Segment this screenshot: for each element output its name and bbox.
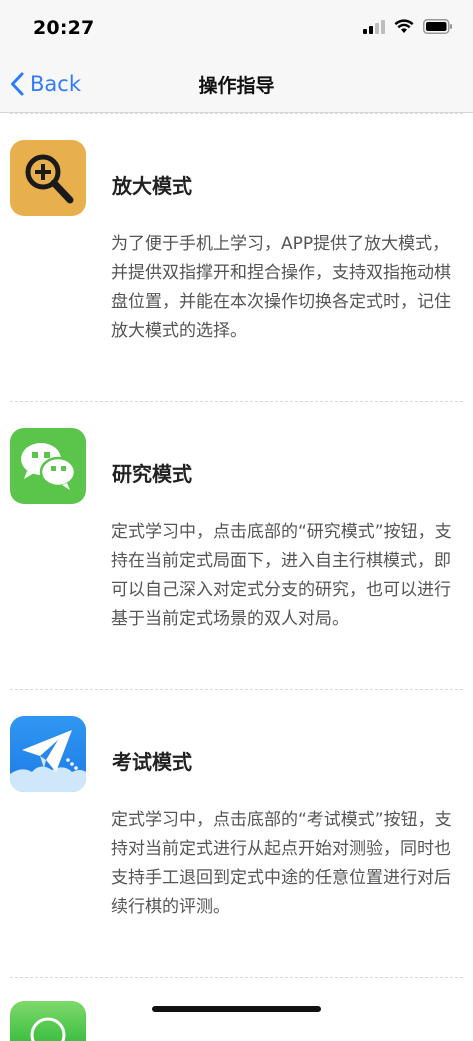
divider bbox=[10, 977, 463, 978]
navigation-bar: Back 操作指导 bbox=[0, 56, 473, 113]
magnifier-icon bbox=[10, 140, 86, 216]
wifi-icon bbox=[394, 19, 414, 33]
signal-icon bbox=[363, 19, 385, 34]
guide-section-exam: 考试模式 定式学习中，点击底部的“考试模式”按钮，支持对当前定式进行从起点开始对… bbox=[0, 690, 473, 977]
section-description: 定式学习中，点击底部的“考试模式”按钮，支持对当前定式进行从起点开始对测验，同时… bbox=[111, 810, 452, 917]
guide-content: 放大模式 为了便于手机上学习，APP提供了放大模式，并提供双指撑开和捏合操作，支… bbox=[0, 113, 473, 978]
wechat-icon bbox=[10, 428, 86, 504]
section-description: 为了便于手机上学习，APP提供了放大模式，并提供双指撑开和捏合操作，支持双指拖动… bbox=[111, 234, 451, 341]
battery-icon bbox=[423, 19, 452, 34]
section-description: 定式学习中，点击底部的“研究模式”按钮，支持在当前定式局面下，进入自主行棋模式，… bbox=[111, 522, 452, 629]
guide-section-research: 研究模式 定式学习中，点击底部的“研究模式”按钮，支持在当前定式局面下，进入自主… bbox=[0, 402, 473, 689]
home-indicator bbox=[152, 1006, 321, 1012]
status-bar: 20:27 bbox=[0, 0, 473, 56]
guide-section-zoom: 放大模式 为了便于手机上学习，APP提供了放大模式，并提供双指撑开和捏合操作，支… bbox=[0, 114, 473, 401]
page-title: 操作指导 bbox=[198, 75, 275, 97]
section-title: 研究模式 bbox=[112, 462, 192, 486]
section-title: 放大模式 bbox=[112, 174, 192, 198]
paper-plane-icon bbox=[10, 716, 86, 792]
partial-section-icon bbox=[10, 1001, 86, 1041]
status-time: 20:27 bbox=[33, 17, 95, 39]
status-icons bbox=[363, 19, 453, 34]
section-title: 考试模式 bbox=[112, 750, 192, 774]
